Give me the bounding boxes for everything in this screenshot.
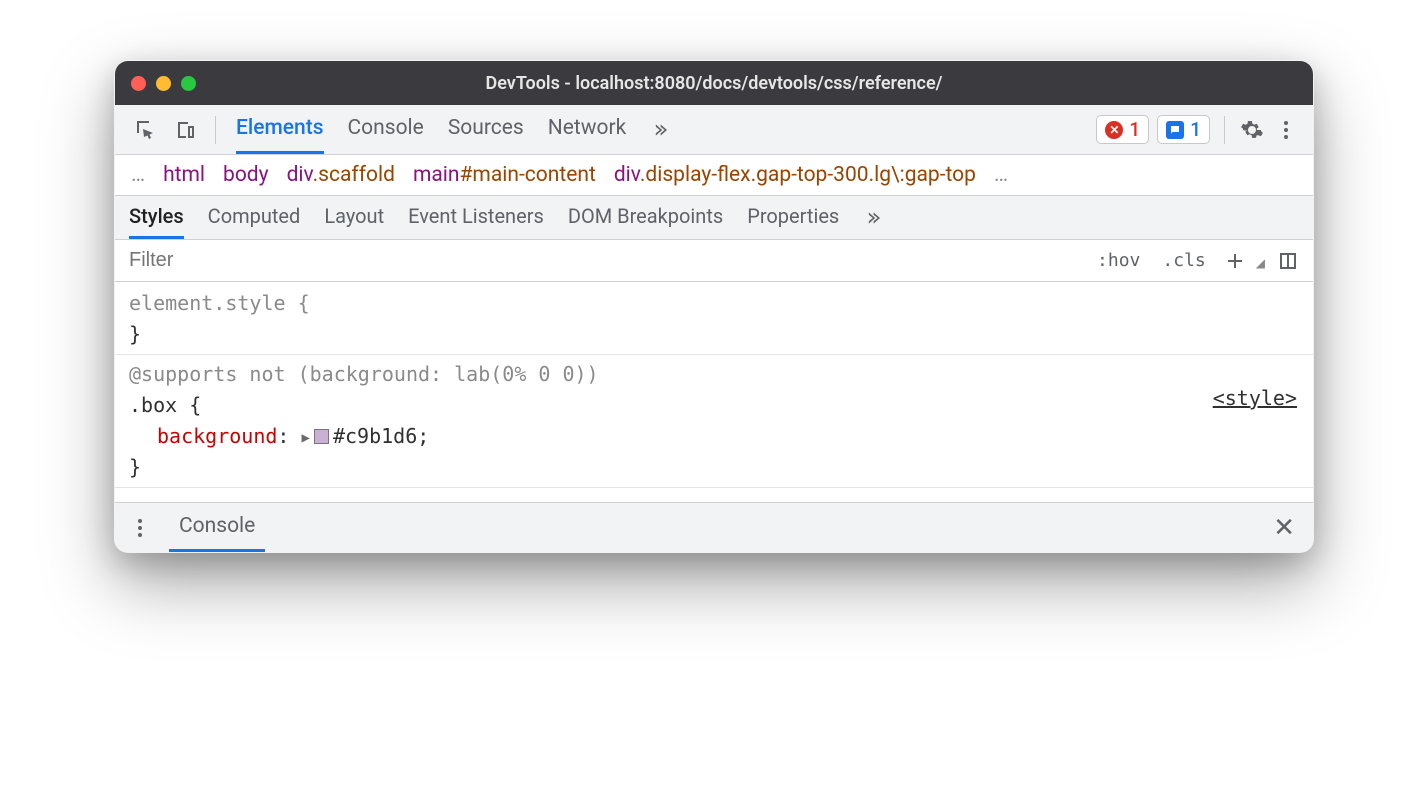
kebab-menu-icon[interactable] <box>1273 117 1299 143</box>
close-window-button[interactable] <box>131 76 146 91</box>
subtab-computed[interactable]: Computed <box>208 196 301 239</box>
breadcrumb-tag: div <box>614 163 640 187</box>
breadcrumb-item-html[interactable]: html <box>163 163 205 187</box>
element-style-open: element.style { <box>129 288 1299 319</box>
breadcrumb-tag: body <box>223 163 269 187</box>
main-toolbar: Elements Console Sources Network ✕ 1 1 <box>115 105 1313 155</box>
element-style-rule[interactable]: element.style { } <box>129 288 1299 350</box>
hov-toggle[interactable]: :hov <box>1091 248 1146 273</box>
rule-close: } <box>129 452 1299 483</box>
window-titlebar: DevTools - localhost:8080/docs/devtools/… <box>115 61 1313 105</box>
supports-text: @supports not (background: lab(0% 0 0)) <box>129 362 599 386</box>
traffic-lights <box>131 76 196 91</box>
devtools-window: DevTools - localhost:8080/docs/devtools/… <box>114 60 1314 553</box>
subtab-event-listeners[interactable]: Event Listeners <box>408 196 544 239</box>
console-drawer: Console ✕ <box>115 502 1313 552</box>
subtab-dom-breakpoints[interactable]: DOM Breakpoints <box>568 196 723 239</box>
tab-elements[interactable]: Elements <box>236 105 324 154</box>
rule-separator <box>115 487 1313 488</box>
rule-source-link[interactable]: <style> <box>1213 383 1297 414</box>
issues-count: 1 <box>1190 118 1201 141</box>
error-icon: ✕ <box>1105 121 1123 139</box>
breadcrumb-item-main[interactable]: main#main-content <box>413 163 596 187</box>
breadcrumb-item-div-scaffold[interactable]: div.scaffold <box>287 163 395 187</box>
styles-filter-input[interactable] <box>115 249 1091 272</box>
computed-sidebar-toggle-icon[interactable] <box>1275 248 1301 274</box>
issues-badge[interactable]: 1 <box>1157 115 1210 144</box>
supports-condition: @supports not (background: lab(0% 0 0)) <box>129 359 1299 390</box>
subtab-layout[interactable]: Layout <box>324 196 384 239</box>
breadcrumb-ellipsis-right[interactable]: … <box>994 163 1008 187</box>
css-property-name[interactable]: background <box>129 424 277 448</box>
breadcrumb-item-body[interactable]: body <box>223 163 269 187</box>
cls-toggle[interactable]: .cls <box>1156 248 1211 273</box>
css-declaration[interactable]: background: ▶ #c9b1d6; <box>129 421 1299 452</box>
styles-filter-bar: :hov .cls ◢ <box>115 240 1313 282</box>
rule-selector[interactable]: .box { <box>129 390 1299 421</box>
css-property-value[interactable]: #c9b1d6 <box>333 424 417 448</box>
subtab-styles[interactable]: Styles <box>129 196 184 239</box>
dom-breadcrumb: … html body div.scaffold main#main-conte… <box>115 155 1313 196</box>
tab-network[interactable]: Network <box>548 105 627 154</box>
breadcrumb-ellipsis-left[interactable]: … <box>131 163 145 187</box>
rule-separator <box>115 354 1313 355</box>
more-tabs-icon[interactable] <box>650 117 676 143</box>
settings-icon[interactable] <box>1239 117 1265 143</box>
colon: : <box>277 424 289 448</box>
styles-subtabs: Styles Computed Layout Event Listeners D… <box>115 196 1313 240</box>
expand-triangle-icon[interactable]: ▶ <box>302 428 310 450</box>
breadcrumb-id: #main-content <box>460 163 596 187</box>
close-drawer-icon[interactable]: ✕ <box>1267 513 1301 543</box>
tab-sources[interactable]: Sources <box>448 105 524 154</box>
breadcrumb-tag: main <box>413 163 460 187</box>
drawer-tab-console[interactable]: Console <box>169 503 265 552</box>
toolbar-divider <box>215 116 216 144</box>
more-subtabs-icon[interactable] <box>863 205 889 231</box>
styles-pane[interactable]: element.style { } @supports not (backgro… <box>115 282 1313 502</box>
color-swatch[interactable] <box>314 429 329 444</box>
window-title: DevTools - localhost:8080/docs/devtools/… <box>115 73 1313 94</box>
device-toolbar-icon[interactable] <box>173 117 199 143</box>
breadcrumb-tag: div <box>287 163 313 187</box>
new-style-rule-icon[interactable] <box>1222 248 1248 274</box>
resize-corner-icon: ◢ <box>1256 256 1265 270</box>
breadcrumb-item-div-flex[interactable]: div.display-flex.gap-top-300.lg\:gap-top <box>614 163 976 187</box>
errors-badge[interactable]: ✕ 1 <box>1096 115 1149 144</box>
subtab-properties[interactable]: Properties <box>747 196 839 239</box>
semicolon: ; <box>417 424 429 448</box>
tab-console[interactable]: Console <box>348 105 424 154</box>
zoom-window-button[interactable] <box>181 76 196 91</box>
panel-tabs: Elements Console Sources Network <box>222 105 1096 154</box>
supports-rule[interactable]: @supports not (background: lab(0% 0 0)) … <box>129 359 1299 483</box>
errors-count: 1 <box>1129 118 1140 141</box>
minimize-window-button[interactable] <box>156 76 171 91</box>
breadcrumb-class: .display-flex.gap-top-300.lg\:gap-top <box>640 163 976 187</box>
issue-icon <box>1166 121 1184 139</box>
breadcrumb-class: .scaffold <box>313 163 395 187</box>
element-style-close: } <box>129 319 1299 350</box>
breadcrumb-tag: html <box>163 163 205 187</box>
toolbar-divider-right <box>1224 116 1225 144</box>
drawer-menu-icon[interactable] <box>127 515 153 541</box>
inspect-element-icon[interactable] <box>133 117 159 143</box>
